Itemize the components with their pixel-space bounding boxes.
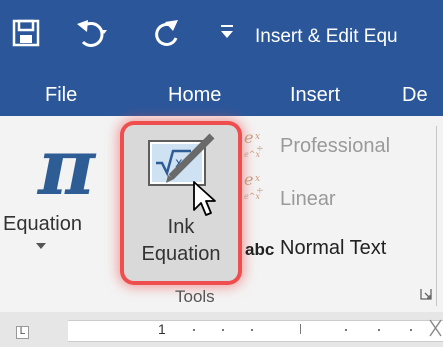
linear-label: Linear (280, 188, 336, 210)
tab-file[interactable]: File (45, 84, 77, 107)
ruler: L 1 (0, 312, 443, 347)
tab-home[interactable]: Home (168, 84, 221, 107)
save-icon[interactable] (11, 18, 41, 53)
equation-label: Equation (3, 213, 82, 235)
tab-design[interactable]: De (402, 84, 428, 107)
ribbon-tools-group: π Equation x Ink Equation e x ÷ e^x Prof… (0, 116, 443, 312)
svg-text:e^x: e^x (244, 150, 260, 159)
svg-text:e: e (244, 129, 253, 147)
svg-text:e^x: e^x (244, 192, 260, 201)
ruler-tick (378, 329, 380, 331)
chevron-down-icon (36, 243, 46, 249)
svg-text:x: x (255, 132, 260, 142)
ink-equation-label-line1: Ink (167, 216, 195, 238)
tab-selector[interactable]: L (16, 326, 29, 339)
linear-format-icon: e x ÷ e^x (243, 170, 273, 205)
svg-text:x: x (255, 174, 260, 184)
redo-icon[interactable] (152, 18, 182, 53)
ribbon-tabs: File Home Insert De (0, 76, 443, 116)
group-label-tools: Tools (175, 287, 215, 306)
ink-equation-label-line2: Equation (141, 243, 221, 265)
group-separator (436, 126, 437, 306)
pi-icon: π (38, 122, 96, 213)
undo-icon[interactable] (74, 18, 108, 53)
dialog-launcher-icon[interactable] (419, 287, 433, 306)
window-title: Insert & Edit Equ (255, 26, 398, 47)
ruler-mark (300, 324, 301, 334)
title-bar: Insert & Edit Equ (0, 0, 443, 76)
normal-text-icon: abc (245, 240, 275, 259)
indent-marker-icon[interactable] (428, 318, 443, 343)
mouse-pointer-icon (192, 180, 218, 223)
svg-text:e: e (244, 171, 253, 189)
normal-text-label: Normal Text (280, 237, 387, 259)
ruler-tick (193, 329, 195, 331)
ruler-tick (345, 329, 347, 331)
professional-label: Professional (280, 135, 391, 157)
ruler-tick (251, 329, 253, 331)
professional-format-icon: e x ÷ e^x (243, 128, 273, 163)
customize-qat-icon[interactable] (220, 24, 234, 45)
ruler-strip[interactable] (68, 320, 443, 342)
ruler-tick (222, 329, 224, 331)
ruler-tick (410, 329, 412, 331)
ruler-number: 1 (158, 321, 166, 337)
tab-insert[interactable]: Insert (290, 84, 340, 107)
